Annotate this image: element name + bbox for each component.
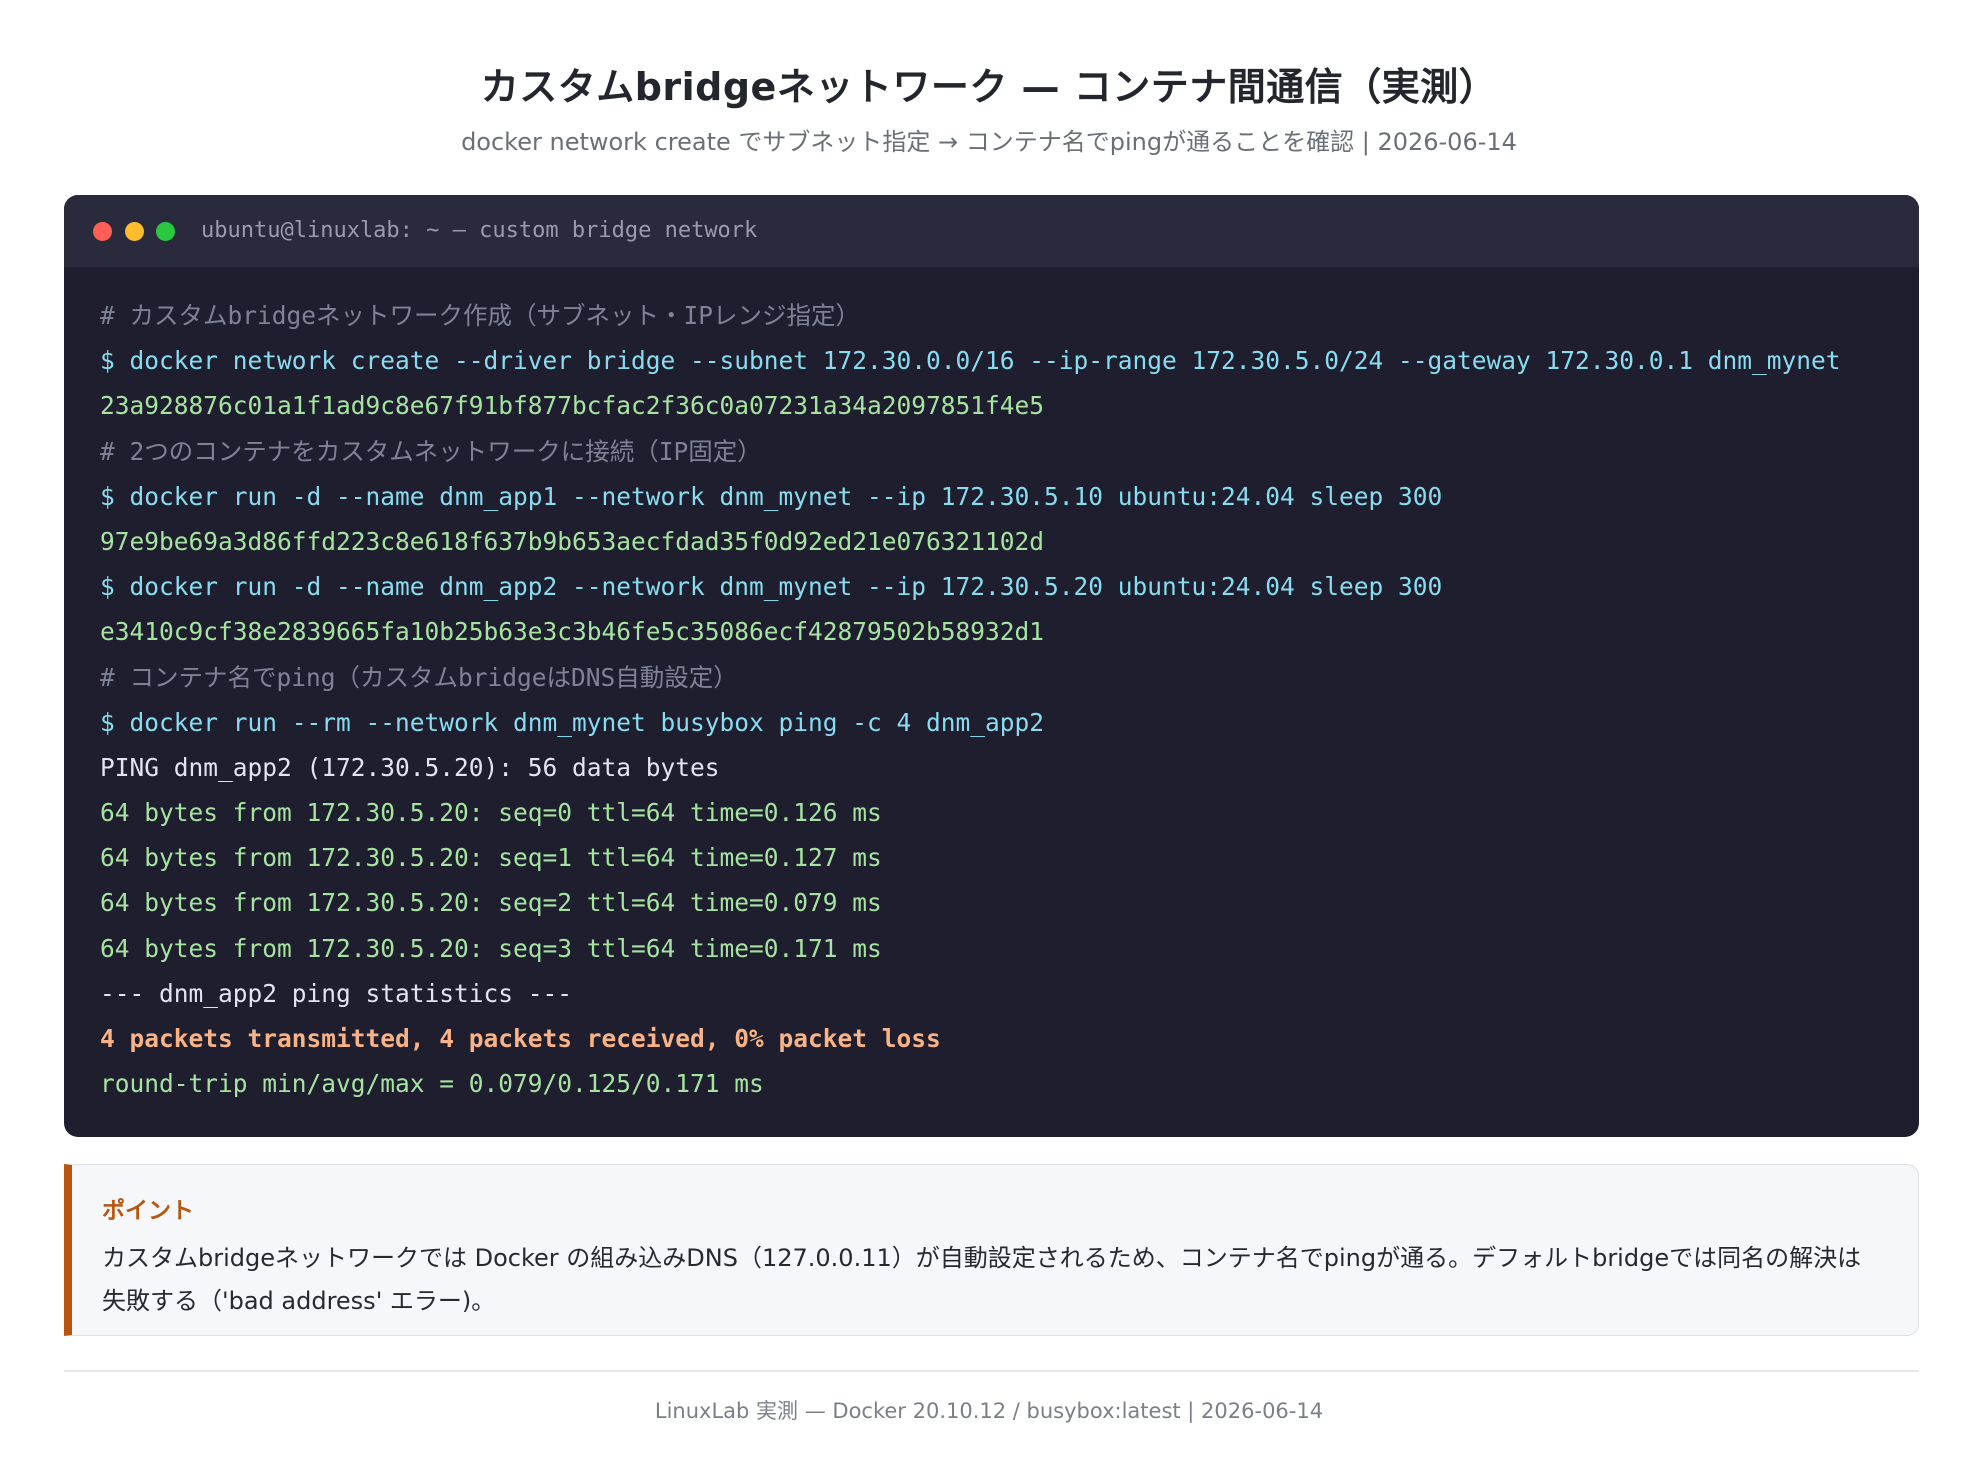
terminal-line-plain: --- dnm_app2 ping statistics --- — [100, 978, 573, 1008]
terminal-line-comment: # カスタムbridgeネットワーク作成（サブネット・IPレンジ指定） — [100, 301, 860, 330]
terminal-line-ok: 64 bytes from 172.30.5.20: seq=3 ttl=64 … — [100, 933, 882, 963]
terminal-line-ok: 97e9be69a3d86ffd223c8e618f637b9b653aecfd… — [100, 526, 1045, 556]
maximize-window-button[interactable] — [156, 222, 175, 241]
terminal-title: ubuntu@linuxlab: ~ — custom bridge netwo… — [201, 218, 758, 243]
terminal-line-cmd: $ docker run -d --name dnm_app1 --networ… — [100, 481, 1443, 511]
terminal-line-warn: 4 packets transmitted, 4 packets receive… — [100, 1024, 941, 1053]
terminal-line-cmd: $ docker network create --driver bridge … — [100, 346, 1841, 376]
terminal-line-comment: # コンテナ名でping（カスタムbridgeはDNS自動設定） — [100, 662, 738, 692]
close-window-button[interactable] — [93, 222, 112, 241]
terminal-line-ok: round-trip min/avg/max = 0.079/0.125/0.1… — [100, 1069, 764, 1099]
point-callout: ポイント カスタムbridgeネットワークでは Docker の組み込みDNS（… — [64, 1164, 1919, 1336]
page-title: カスタムbridgeネットワーク — コンテナ間通信（実測） — [480, 65, 1498, 109]
terminal-line-ok: 64 bytes from 172.30.5.20: seq=0 ttl=64 … — [100, 798, 882, 828]
divider — [64, 1370, 1919, 1372]
terminal-window[interactable]: ubuntu@linuxlab: ~ — custom bridge netwo… — [64, 195, 1919, 1137]
minimize-window-button[interactable] — [125, 222, 144, 241]
terminal-line-ok: 64 bytes from 172.30.5.20: seq=2 ttl=64 … — [100, 888, 882, 918]
terminal-line-ok: 23a928876c01a1f1ad9c8e67f91bf877bcfac2f3… — [100, 391, 1045, 421]
footer-text: LinuxLab 実測 — Docker 20.10.12 / busybox:… — [654, 1399, 1324, 1423]
terminal-line-ok: e3410c9cf38e2839665fa10b25b63e3c3b46fe5c… — [100, 617, 1045, 647]
terminal-titlebar[interactable]: ubuntu@linuxlab: ~ — custom bridge netwo… — [64, 195, 1919, 267]
terminal-line-cmd: $ docker run -d --name dnm_app2 --networ… — [100, 572, 1443, 602]
terminal-output[interactable]: # カスタムbridgeネットワーク作成（サブネット・IPレンジ指定） $ doc… — [100, 293, 1899, 1106]
terminal-line-cmd: $ docker run --rm --network dnm_mynet bu… — [100, 707, 1045, 737]
terminal-line-plain: PING dnm_app2 (172.30.5.20): 56 data byt… — [100, 752, 720, 782]
terminal-line-ok: 64 bytes from 172.30.5.20: seq=1 ttl=64 … — [100, 843, 882, 873]
terminal-line-comment: # 2つのコンテナをカスタムネットワークに接続（IP固定） — [100, 436, 762, 466]
callout-text: カスタムbridgeネットワークでは Docker の組み込みDNS（127.0… — [102, 1244, 1862, 1315]
callout-title: ポイント — [102, 1198, 194, 1224]
page-subtitle: docker network create でサブネット指定 → コンテナ名でp… — [461, 128, 1517, 156]
